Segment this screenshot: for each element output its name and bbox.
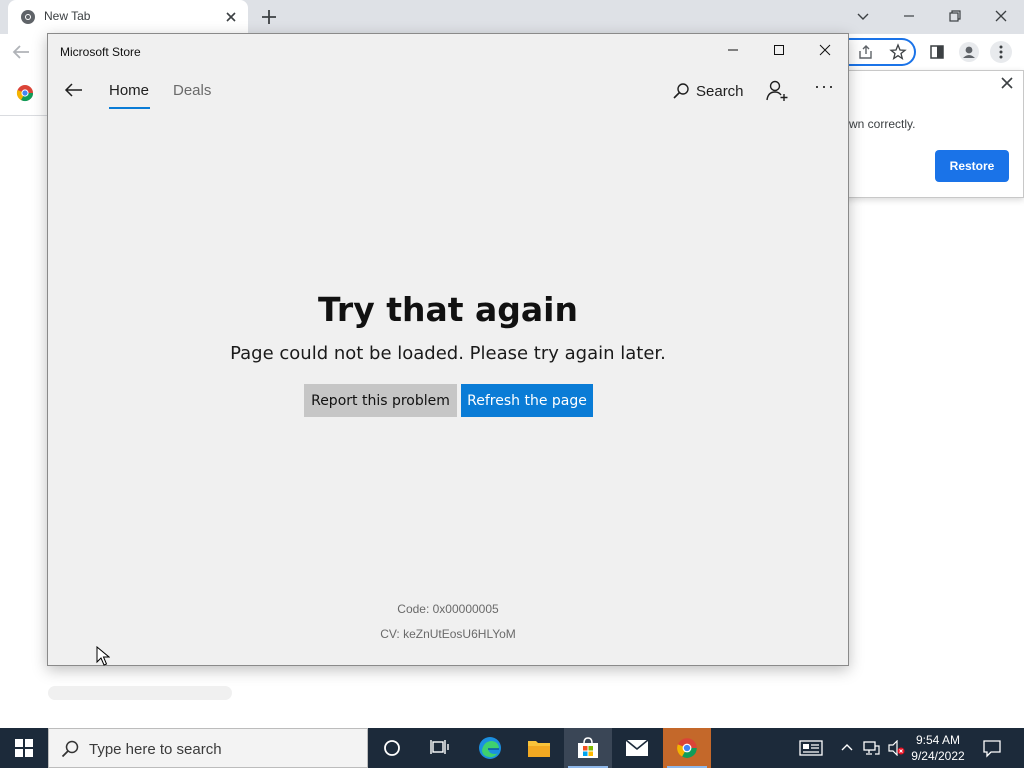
store-titlebar: Microsoft Store [48, 34, 848, 68]
store-bag-icon [578, 737, 598, 758]
network-icon[interactable] [861, 738, 881, 758]
chrome-logo-icon [21, 10, 35, 24]
chrome-color-logo-icon[interactable] [16, 84, 34, 102]
taskbar-chrome[interactable] [663, 728, 711, 768]
close-icon[interactable] [999, 75, 1015, 91]
more-options-icon[interactable]: ··· [814, 76, 835, 97]
error-message: Page could not be loaded. Please try aga… [230, 343, 666, 364]
restore-pages-bubble: wn correctly. Restore [840, 70, 1024, 198]
taskbar: Type here to search 9:54 AM 9/24/2022 [0, 728, 1024, 768]
clock-time: 9:54 AM [915, 733, 961, 747]
chevron-down-icon[interactable] [840, 0, 886, 32]
back-arrow-icon[interactable] [62, 80, 84, 100]
maximize-button[interactable] [756, 34, 802, 66]
restore-message: wn correctly. [849, 117, 916, 131]
task-view-button[interactable] [416, 728, 464, 768]
search-button[interactable]: Search [672, 80, 744, 102]
tab-home[interactable]: Home [109, 82, 149, 99]
profile-icon[interactable] [958, 41, 980, 63]
folder-icon [528, 741, 550, 757]
windows-logo-icon [15, 739, 33, 757]
chrome-minimize-button[interactable] [886, 0, 932, 32]
minimize-button[interactable] [710, 34, 756, 66]
cortana-circle-icon [384, 740, 400, 756]
volume-muted-icon[interactable] [886, 738, 906, 758]
taskbar-mail[interactable] [613, 728, 661, 768]
more-vert-icon[interactable] [990, 41, 1012, 63]
chrome-icon [677, 738, 697, 758]
search-icon [673, 83, 689, 99]
share-icon[interactable] [855, 41, 877, 63]
new-tab-plus-icon[interactable] [258, 6, 280, 28]
news-widget-icon[interactable] [798, 738, 824, 758]
arrow-left-icon[interactable] [10, 42, 32, 62]
window-title: Microsoft Store [60, 45, 141, 59]
start-button[interactable] [0, 728, 48, 768]
taskbar-edge[interactable] [466, 728, 514, 768]
add-account-icon[interactable] [766, 80, 790, 102]
side-panel-icon[interactable] [926, 41, 948, 63]
task-view-icon [430, 740, 449, 754]
bookmark-star-icon[interactable] [887, 41, 909, 63]
close-button[interactable] [802, 34, 848, 66]
correlation-vector: CV: keZnUtEosU6HLYoM [380, 627, 516, 641]
active-tab-indicator [109, 107, 150, 109]
chevron-up-icon[interactable] [837, 738, 857, 758]
taskbar-search-box[interactable]: Type here to search [48, 728, 368, 768]
search-placeholder: Type here to search [89, 741, 222, 758]
blurred-background-text [48, 686, 232, 700]
restore-button[interactable]: Restore [935, 150, 1009, 182]
notification-icon[interactable] [982, 738, 1002, 758]
cortana-button[interactable] [368, 728, 416, 768]
chrome-restore-button[interactable] [932, 0, 978, 32]
refresh-page-button[interactable]: Refresh the page [461, 384, 593, 417]
taskbar-file-explorer[interactable] [515, 728, 563, 768]
chrome-close-button[interactable] [978, 0, 1024, 32]
error-title: Try that again [318, 290, 578, 329]
report-problem-button[interactable]: Report this problem [304, 384, 457, 417]
clock[interactable]: 9:54 AM 9/24/2022 [904, 732, 972, 764]
taskbar-microsoft-store[interactable] [564, 728, 612, 768]
close-icon[interactable] [222, 8, 240, 26]
error-code: Code: 0x00000005 [397, 602, 499, 616]
search-label: Search [696, 82, 744, 100]
microsoft-store-window: Microsoft Store Home Deals Search ··· Tr… [47, 33, 849, 666]
store-nav-bar: Home Deals Search ··· [48, 72, 848, 112]
edge-icon [479, 737, 501, 759]
chrome-tab-new-tab[interactable]: New Tab [8, 0, 248, 34]
clock-date: 9/24/2022 [911, 749, 965, 763]
search-icon [61, 740, 79, 758]
mouse-pointer-icon [96, 646, 110, 666]
mail-icon [625, 739, 649, 756]
tab-deals[interactable]: Deals [173, 82, 211, 99]
tab-title: New Tab [44, 9, 91, 23]
